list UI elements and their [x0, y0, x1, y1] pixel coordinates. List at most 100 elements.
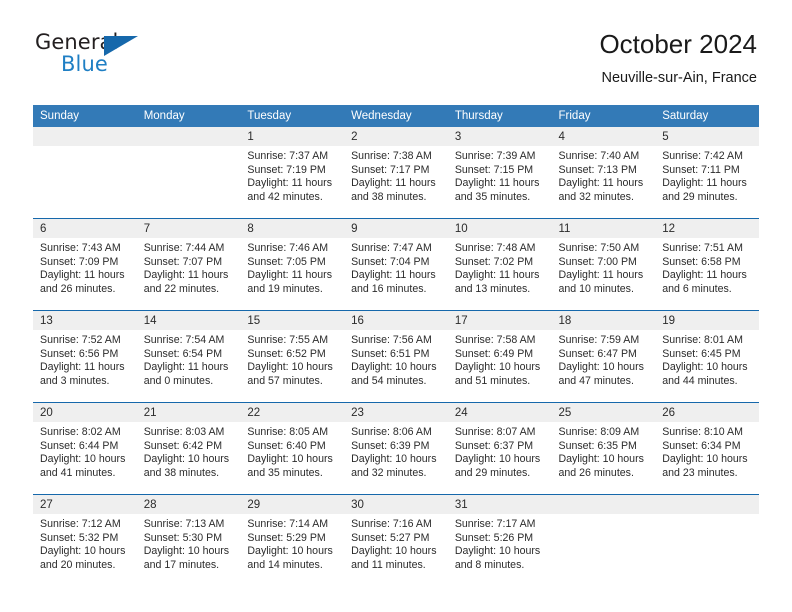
calendar-day-cell[interactable]: 31 Sunrise: 7:17 AM Sunset: 5:26 PM Dayligh… — [447, 494, 552, 586]
calendar-day-cell[interactable]: 9 Sunrise: 7:47 AM Sunset: 7:04 PM Daylight… — [344, 218, 448, 311]
calendar-day-cell[interactable]: 5 Sunrise: 7:42 AM Sunset: 7:11 PM Daylight… — [655, 127, 759, 219]
day-cell-inner: 24 Sunrise: 8:07 AM Sunset: 6:37 PM Dayligh… — [447, 403, 552, 494]
day-cell-inner — [136, 127, 241, 218]
day-number: 10 — [447, 219, 552, 238]
sunset-time: Sunset: 6:42 PM — [143, 439, 223, 452]
day-cell-details: Sunrise: 7:17 AM Sunset: 5:26 PM Daylight:… — [448, 514, 552, 572]
daylight-duration-line1: Daylight: 10 hours — [454, 361, 541, 374]
sunset-time: Sunset: 5:32 PM — [40, 531, 119, 544]
day-cell-details: Sunrise: 7:51 AM Sunset: 6:58 PM Daylight:… — [655, 238, 759, 296]
sunset-time: Sunset: 5:29 PM — [247, 531, 326, 544]
day-cell-inner: 4 Sunrise: 7:40 AM Sunset: 7:13 PM Daylight… — [551, 127, 656, 218]
calendar-day-cell[interactable]: 6 Sunrise: 7:43 AM Sunset: 7:09 PM Daylight… — [33, 218, 137, 311]
calendar-day-cell[interactable]: 7 Sunrise: 7:44 AM Sunset: 7:07 PM Daylight… — [136, 218, 241, 311]
calendar-day-cell[interactable]: 1 Sunrise: 7:37 AM Sunset: 7:19 PM Daylight… — [240, 127, 345, 219]
day-number: 11 — [551, 219, 656, 238]
day-cell-inner: 17 Sunrise: 7:58 AM Sunset: 6:49 PM Dayligh… — [447, 311, 552, 402]
day-cell-inner: 7 Sunrise: 7:44 AM Sunset: 7:07 PM Daylight… — [136, 219, 241, 310]
day-number: 21 — [136, 403, 241, 422]
calendar-day-cell[interactable]: 29 Sunrise: 7:14 AM Sunset: 5:29 PM Dayligh… — [240, 494, 345, 586]
day-number: 15 — [240, 311, 345, 330]
calendar-day-cell[interactable]: 17 Sunrise: 7:58 AM Sunset: 6:49 PM Dayligh… — [447, 310, 552, 403]
sunset-time: Sunset: 6:34 PM — [662, 439, 741, 452]
calendar-day-cell[interactable]: 21 Sunrise: 8:03 AM Sunset: 6:42 PM Dayligh… — [136, 402, 241, 495]
sunset-time: Sunset: 6:37 PM — [454, 439, 534, 452]
daylight-duration-line2: and 10 minutes. — [558, 282, 634, 295]
sunrise-time: Sunrise: 8:09 AM — [558, 426, 640, 438]
calendar-day-cell[interactable]: 8 Sunrise: 7:46 AM Sunset: 7:05 PM Daylight… — [240, 218, 345, 311]
calendar-day-cell[interactable]: 25 Sunrise: 8:09 AM Sunset: 6:35 PM Dayligh… — [551, 402, 656, 495]
calendar-day-cell[interactable]: 20 Sunrise: 8:02 AM Sunset: 6:44 PM Dayligh… — [33, 402, 137, 495]
calendar-day-cell[interactable]: 22 Sunrise: 8:05 AM Sunset: 6:40 PM Dayligh… — [240, 402, 345, 495]
calendar-day-cell[interactable]: 15 Sunrise: 7:55 AM Sunset: 6:52 PM Dayligh… — [240, 310, 345, 403]
daylight-duration-line1: Daylight: 10 hours — [247, 453, 333, 466]
day-number — [655, 495, 759, 514]
calendar-header-row: Sunday Monday Tuesday Wednesday Thursday… — [33, 105, 759, 127]
sunrise-time: Sunrise: 7:37 AM — [247, 150, 329, 162]
weekday-header-tuesday: Tuesday — [240, 105, 345, 127]
calendar-day-cell[interactable]: 28 Sunrise: 7:13 AM Sunset: 5:30 PM Dayligh… — [136, 494, 241, 586]
day-cell-details: Sunrise: 7:55 AM Sunset: 6:52 PM Daylight:… — [240, 330, 344, 388]
sunset-time: Sunset: 7:02 PM — [454, 255, 534, 268]
day-cell-inner: 27 Sunrise: 7:12 AM Sunset: 5:32 PM Dayligh… — [33, 495, 137, 586]
calendar-day-cell[interactable]: 10 Sunrise: 7:48 AM Sunset: 7:02 PM Dayligh… — [447, 218, 552, 311]
day-cell-inner: 31 Sunrise: 7:17 AM Sunset: 5:26 PM Dayligh… — [447, 495, 552, 586]
day-cell-inner: 16 Sunrise: 7:56 AM Sunset: 6:51 PM Dayligh… — [344, 311, 448, 402]
sunset-time: Sunset: 7:11 PM — [662, 163, 740, 176]
triangle-logo-icon — [104, 36, 138, 56]
weekday-header-sunday: Sunday — [33, 105, 137, 127]
sunset-time: Sunset: 6:44 PM — [40, 439, 119, 452]
calendar-day-cell[interactable]: 19 Sunrise: 8:01 AM Sunset: 6:45 PM Dayligh… — [655, 310, 759, 403]
day-cell-details: Sunrise: 7:56 AM Sunset: 6:51 PM Daylight:… — [344, 330, 448, 388]
sunset-time: Sunset: 6:45 PM — [662, 347, 741, 360]
calendar-day-cell[interactable]: 14 Sunrise: 7:54 AM Sunset: 6:54 PM Dayligh… — [136, 310, 241, 403]
calendar-day-cell[interactable]: 24 Sunrise: 8:07 AM Sunset: 6:37 PM Dayligh… — [447, 402, 552, 495]
day-cell-inner: 19 Sunrise: 8:01 AM Sunset: 6:45 PM Dayligh… — [655, 311, 759, 402]
sunrise-time: Sunrise: 7:12 AM — [40, 518, 121, 530]
daylight-duration-line2: and 47 minutes. — [558, 374, 634, 387]
brand-logo[interactable]: General Blue — [35, 28, 165, 84]
sunrise-time: Sunrise: 8:01 AM — [662, 334, 743, 346]
calendar-week-row: 6 Sunrise: 7:43 AM Sunset: 7:09 PM Daylight… — [33, 218, 759, 311]
title-block: October 2024 Neuville-sur-Ain, France — [599, 28, 757, 89]
daylight-duration-line2: and 26 minutes. — [558, 466, 634, 479]
day-number: 27 — [33, 495, 137, 514]
calendar-day-cell[interactable]: 16 Sunrise: 7:56 AM Sunset: 6:51 PM Dayligh… — [344, 310, 448, 403]
calendar-day-cell[interactable]: 30 Sunrise: 7:16 AM Sunset: 5:27 PM Dayligh… — [344, 494, 448, 586]
calendar-day-cell[interactable]: 23 Sunrise: 8:06 AM Sunset: 6:39 PM Dayligh… — [344, 402, 448, 495]
day-number: 22 — [240, 403, 345, 422]
calendar-day-cell[interactable]: 12 Sunrise: 7:51 AM Sunset: 6:58 PM Dayligh… — [655, 218, 759, 311]
calendar-day-cell[interactable]: 11 Sunrise: 7:50 AM Sunset: 7:00 PM Dayligh… — [551, 218, 656, 311]
day-cell-details: Sunrise: 8:03 AM Sunset: 6:42 PM Daylight:… — [137, 422, 241, 480]
day-cell-inner: 15 Sunrise: 7:55 AM Sunset: 6:52 PM Dayligh… — [240, 311, 345, 402]
calendar-week-row: 13 Sunrise: 7:52 AM Sunset: 6:56 PM Dayligh… — [33, 310, 759, 403]
calendar-day-cell[interactable]: 18 Sunrise: 7:59 AM Sunset: 6:47 PM Dayligh… — [551, 310, 656, 403]
calendar-day-cell[interactable]: 27 Sunrise: 7:12 AM Sunset: 5:32 PM Dayligh… — [33, 494, 137, 586]
day-number: 24 — [447, 403, 552, 422]
daylight-duration-line2: and 22 minutes. — [143, 282, 220, 295]
day-cell-details: Sunrise: 7:16 AM Sunset: 5:27 PM Daylight:… — [344, 514, 448, 572]
day-number: 20 — [33, 403, 137, 422]
sunset-time: Sunset: 7:05 PM — [247, 255, 326, 268]
calendar-week-row: 27 Sunrise: 7:12 AM Sunset: 5:32 PM Dayligh… — [33, 494, 759, 586]
sunset-time: Sunset: 6:51 PM — [351, 347, 430, 360]
sunrise-time: Sunrise: 8:07 AM — [454, 426, 536, 438]
day-cell-inner: 6 Sunrise: 7:43 AM Sunset: 7:09 PM Daylight… — [33, 219, 137, 310]
sunset-time: Sunset: 6:35 PM — [558, 439, 637, 452]
day-number: 2 — [344, 127, 448, 146]
sunset-time: Sunset: 6:39 PM — [351, 439, 430, 452]
calendar-day-cell[interactable]: 26 Sunrise: 8:10 AM Sunset: 6:34 PM Dayligh… — [655, 402, 759, 495]
daylight-duration-line1: Daylight: 10 hours — [247, 361, 333, 374]
calendar-day-cell[interactable]: 13 Sunrise: 7:52 AM Sunset: 6:56 PM Dayligh… — [33, 310, 137, 403]
daylight-duration-line1: Daylight: 10 hours — [454, 453, 541, 466]
day-cell-inner: 1 Sunrise: 7:37 AM Sunset: 7:19 PM Daylight… — [240, 127, 345, 218]
day-cell-inner: 29 Sunrise: 7:14 AM Sunset: 5:29 PM Dayligh… — [240, 495, 345, 586]
sunrise-time: Sunrise: 7:52 AM — [40, 334, 121, 346]
calendar-day-cell[interactable]: 2 Sunrise: 7:38 AM Sunset: 7:17 PM Daylight… — [344, 127, 448, 219]
daylight-duration-line2: and 13 minutes. — [454, 282, 531, 295]
daylight-duration-line1: Daylight: 11 hours — [454, 269, 540, 282]
day-cell-inner: 9 Sunrise: 7:47 AM Sunset: 7:04 PM Daylight… — [344, 219, 448, 310]
calendar-day-cell[interactable]: 3 Sunrise: 7:39 AM Sunset: 7:15 PM Daylight… — [447, 127, 552, 219]
calendar-day-cell[interactable]: 4 Sunrise: 7:40 AM Sunset: 7:13 PM Daylight… — [551, 127, 656, 219]
daylight-duration-line1: Daylight: 11 hours — [40, 361, 125, 374]
